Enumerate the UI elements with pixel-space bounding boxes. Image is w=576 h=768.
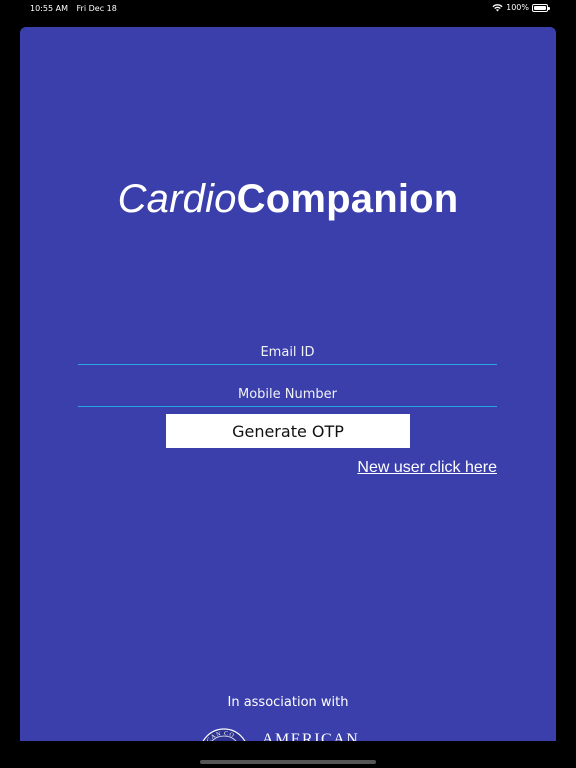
status-bar: 10:55 AM Fri Dec 18 100% <box>0 0 576 18</box>
login-screen: CardioCompanion Generate OTP New user cl… <box>20 27 556 741</box>
battery-percent: 100% <box>506 3 529 12</box>
email-field[interactable] <box>78 341 497 364</box>
app-title-light: Cardio <box>117 177 237 221</box>
new-user-link[interactable]: New user click here <box>357 459 497 477</box>
battery-full-icon <box>532 3 550 12</box>
battery-fill <box>534 5 546 10</box>
association-label: In association with <box>227 695 349 710</box>
mobile-field-container <box>78 383 497 407</box>
email-field-container <box>78 341 497 365</box>
partner-name: AMERICAN <box>262 731 360 741</box>
generate-otp-button[interactable]: Generate OTP <box>166 414 410 448</box>
app-title-bold: Companion <box>236 177 459 221</box>
app-title: CardioCompanion <box>20 177 556 222</box>
mobile-number-field[interactable] <box>78 383 497 406</box>
home-indicator[interactable] <box>200 760 376 764</box>
status-time: 10:55 AM <box>30 4 68 13</box>
status-right: 100% <box>492 3 550 12</box>
status-left: 10:55 AM Fri Dec 18 <box>30 4 123 13</box>
wifi-icon <box>492 4 503 12</box>
status-date: Fri Dec 18 <box>76 4 117 13</box>
seal-logo-icon: ICAN CO <box>202 728 246 741</box>
